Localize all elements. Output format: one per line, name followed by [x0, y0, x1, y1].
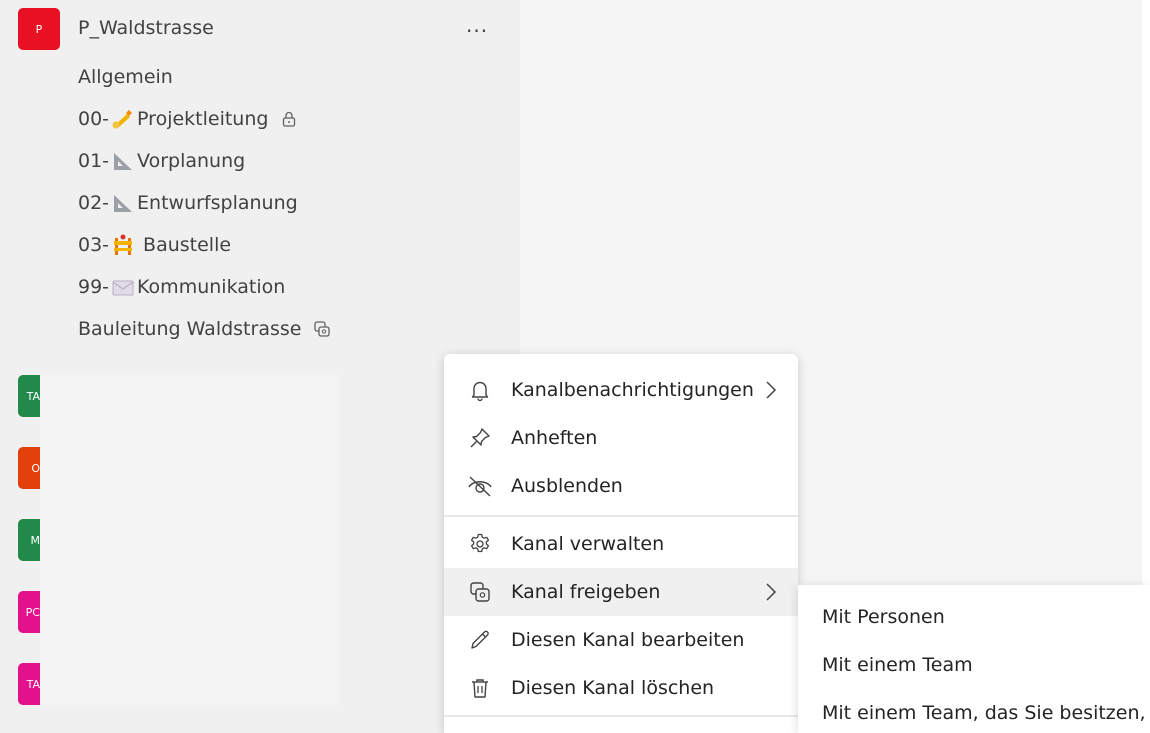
channel-bauleitung-waldstrasse[interactable]: Bauleitung Waldstrasse — [78, 318, 331, 340]
redacted-panel — [40, 375, 340, 705]
lock-icon — [280, 110, 298, 128]
share-channel-submenu: Mit Personen Mit einem Team Mit einem Te… — [798, 585, 1150, 733]
team-avatar-other[interactable]: M — [18, 519, 40, 561]
team-item-p-waldstrasse[interactable]: P P_Waldstrasse ... — [18, 8, 498, 50]
channel-prefix: 99- — [78, 276, 110, 298]
submenu-item-with-team[interactable]: Mit einem Team — [822, 654, 973, 676]
bell-icon — [467, 377, 493, 403]
share-channel-icon — [467, 579, 493, 605]
channel-context-menu: Kanalbenachrichtigungen Anheften Ausblen… — [444, 354, 798, 733]
channel-label: Vorplanung — [137, 150, 246, 172]
menu-item-edit-channel[interactable]: Diesen Kanal bearbeiten — [444, 616, 798, 664]
chevron-right-icon — [764, 379, 778, 406]
trash-icon — [467, 675, 493, 701]
menu-item-label: Kanalbenachrichtigungen — [511, 379, 754, 401]
channel-entwurfsplanung[interactable]: 02- Entwurfsplanung — [78, 192, 298, 214]
writing-hand-emoji-icon — [111, 108, 135, 130]
menu-item-label: Kanal verwalten — [511, 533, 665, 555]
submenu-item-with-people[interactable]: Mit Personen — [822, 606, 945, 628]
channel-kommunikation[interactable]: 99- Kommunikation — [78, 276, 285, 298]
more-options-icon[interactable]: ... — [466, 15, 488, 35]
channel-prefix: 00- — [78, 108, 110, 130]
menu-item-label: Anheften — [511, 427, 598, 449]
eye-off-icon — [467, 473, 493, 499]
menu-item-pin[interactable]: Anheften — [444, 414, 798, 462]
channel-label: Bauleitung Waldstrasse — [78, 318, 302, 340]
team-avatar-other[interactable]: TA — [18, 663, 40, 705]
team-name: P_Waldstrasse — [78, 17, 214, 39]
menu-item-channel-notifications[interactable]: Kanalbenachrichtigungen — [444, 366, 798, 414]
teams-sidebar: P P_Waldstrasse ... Allgemein 00- Projek… — [0, 0, 520, 733]
channel-prefix: 02- — [78, 192, 110, 214]
menu-separator — [444, 715, 798, 717]
pin-icon — [467, 425, 493, 451]
team-avatar: P — [18, 8, 60, 50]
team-avatar-other[interactable]: O — [18, 447, 40, 489]
channel-baustelle[interactable]: 03- Baustelle — [78, 234, 231, 256]
menu-item-delete-channel[interactable]: Diesen Kanal löschen — [444, 664, 798, 712]
submenu-item-with-owned-team[interactable]: Mit einem Team, das Sie besitzen, — [822, 702, 1146, 724]
menu-item-share-channel[interactable]: Kanal freigeben — [444, 568, 798, 616]
channel-projektleitung[interactable]: 00- Projektleitung — [78, 108, 298, 130]
channel-label: Kommunikation — [137, 276, 286, 298]
menu-item-manage-channel[interactable]: Kanal verwalten — [444, 520, 798, 568]
menu-separator — [444, 515, 798, 517]
channel-label: Allgemein — [78, 66, 173, 88]
channel-allgemein[interactable]: Allgemein — [78, 66, 173, 88]
chevron-right-icon — [764, 581, 778, 608]
menu-item-label: Ausblenden — [511, 475, 623, 497]
triangular-ruler-emoji-icon — [111, 192, 135, 214]
channel-label: Projektleitung — [137, 108, 269, 130]
channel-label: Entwurfsplanung — [137, 192, 298, 214]
channel-label: Baustelle — [143, 234, 232, 256]
construction-emoji-icon — [111, 234, 135, 256]
channel-vorplanung[interactable]: 01- Vorplanung — [78, 150, 245, 172]
triangular-ruler-emoji-icon — [111, 150, 135, 172]
shared-channel-icon — [313, 320, 331, 338]
menu-item-label: Kanal freigeben — [511, 581, 661, 603]
channel-prefix: 03- — [78, 234, 110, 256]
gear-icon — [467, 531, 493, 557]
menu-item-label: Diesen Kanal löschen — [511, 677, 715, 699]
channel-prefix: 01- — [78, 150, 110, 172]
envelope-emoji-icon — [111, 276, 135, 298]
pencil-icon — [467, 627, 493, 653]
menu-item-label: Diesen Kanal bearbeiten — [511, 629, 745, 651]
team-avatar-other[interactable]: TA — [18, 375, 40, 417]
team-avatar-other[interactable]: PC — [18, 591, 40, 633]
menu-item-hide[interactable]: Ausblenden — [444, 462, 798, 510]
